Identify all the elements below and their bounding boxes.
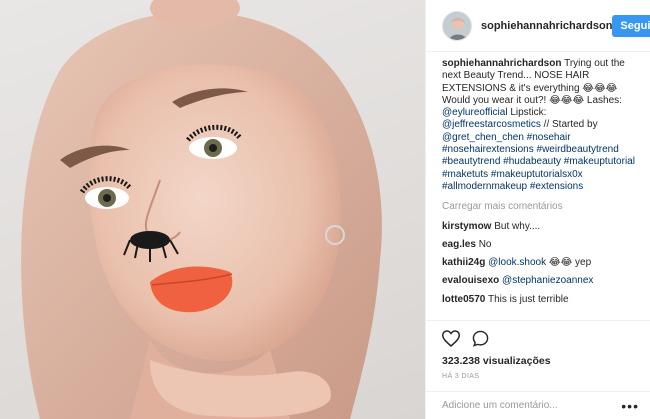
caption: sophiehannahrichardson Trying out the ne… bbox=[442, 58, 639, 193]
mention-link[interactable]: @stephaniezoannex bbox=[502, 275, 593, 286]
add-comment-bar: Adicione um comentário... ••• bbox=[426, 391, 650, 419]
comment-item: lotte0570 This is just terrible bbox=[442, 294, 639, 306]
comment-text: No bbox=[478, 238, 492, 250]
comment-text: 😂😂 yep bbox=[546, 257, 592, 269]
comment-username[interactable]: kirstymow bbox=[442, 221, 491, 232]
comments-section: sophiehannahrichardson Trying out the ne… bbox=[426, 58, 650, 312]
comment-bubble-icon[interactable] bbox=[472, 330, 489, 347]
caption-username[interactable]: sophiehannahrichardson bbox=[442, 58, 561, 69]
caption-text: Lipstick: bbox=[507, 107, 547, 119]
hashtag-link[interactable]: #nosehairextensions bbox=[442, 144, 534, 155]
post-photo[interactable] bbox=[0, 0, 425, 419]
hashtag-link[interactable]: #weirdbeautytrend bbox=[537, 144, 619, 155]
caption-text: // Started by bbox=[540, 119, 598, 131]
hashtag-link[interactable]: #hudabeauty bbox=[503, 156, 561, 167]
heart-icon[interactable] bbox=[442, 329, 460, 347]
comment-item: kathii24g @look.shook 😂😂 yep bbox=[442, 257, 639, 269]
post-actions: 323.238 visualizações HÁ 3 DIAS bbox=[426, 320, 650, 380]
comment-username[interactable]: lotte0570 bbox=[442, 294, 485, 305]
post-details-panel: sophiehannahrichardson Seguir sophiehann… bbox=[425, 0, 650, 419]
comment-username[interactable]: eag.les bbox=[442, 239, 476, 250]
comment-item: eag.les No bbox=[442, 239, 639, 251]
hashtag-link[interactable]: #makeuptutorialsx0x bbox=[491, 169, 583, 180]
load-more-comments-link[interactable]: Carregar mais comentários bbox=[442, 201, 639, 213]
hashtag-link[interactable]: #maketuts bbox=[442, 169, 488, 180]
header-username[interactable]: sophiehannahrichardson bbox=[481, 20, 612, 32]
comment-username[interactable]: evalouisexo bbox=[442, 275, 499, 286]
comment-username[interactable]: kathii24g bbox=[442, 257, 485, 268]
mention-link[interactable]: @gret_chen_chen bbox=[442, 132, 524, 143]
view-count: 323.238 visualizações bbox=[442, 355, 551, 367]
hashtag-link[interactable]: #allmodernmakeup bbox=[442, 181, 527, 192]
comment-item: kirstymow But why.... bbox=[442, 221, 639, 233]
post-timestamp[interactable]: HÁ 3 DIAS bbox=[442, 373, 635, 380]
more-options-icon[interactable]: ••• bbox=[621, 399, 639, 413]
mention-link[interactable]: @jeffreestarcosmetics bbox=[442, 119, 541, 130]
comment-text: This is just terrible bbox=[487, 293, 569, 305]
follow-button[interactable]: Seguir bbox=[612, 14, 650, 37]
action-icons bbox=[442, 321, 635, 355]
post-header: sophiehannahrichardson Seguir bbox=[426, 0, 650, 52]
hashtag-link[interactable]: #extensions bbox=[530, 181, 583, 192]
post-image bbox=[21, 0, 382, 419]
hashtag-link[interactable]: #makeuptutorial bbox=[564, 156, 635, 167]
add-comment-input[interactable]: Adicione um comentário... bbox=[442, 400, 558, 411]
hashtag-link[interactable]: #beautytrend bbox=[442, 156, 500, 167]
hashtag-link[interactable]: #nosehair bbox=[527, 132, 571, 143]
comment-text: But why.... bbox=[494, 220, 541, 232]
mention-link[interactable]: @eylureofficial bbox=[442, 107, 508, 118]
comment-item: evalouisexo @stephaniezoannex bbox=[442, 275, 639, 287]
mention-link[interactable]: @look.shook bbox=[488, 257, 546, 268]
avatar[interactable] bbox=[442, 10, 472, 41]
